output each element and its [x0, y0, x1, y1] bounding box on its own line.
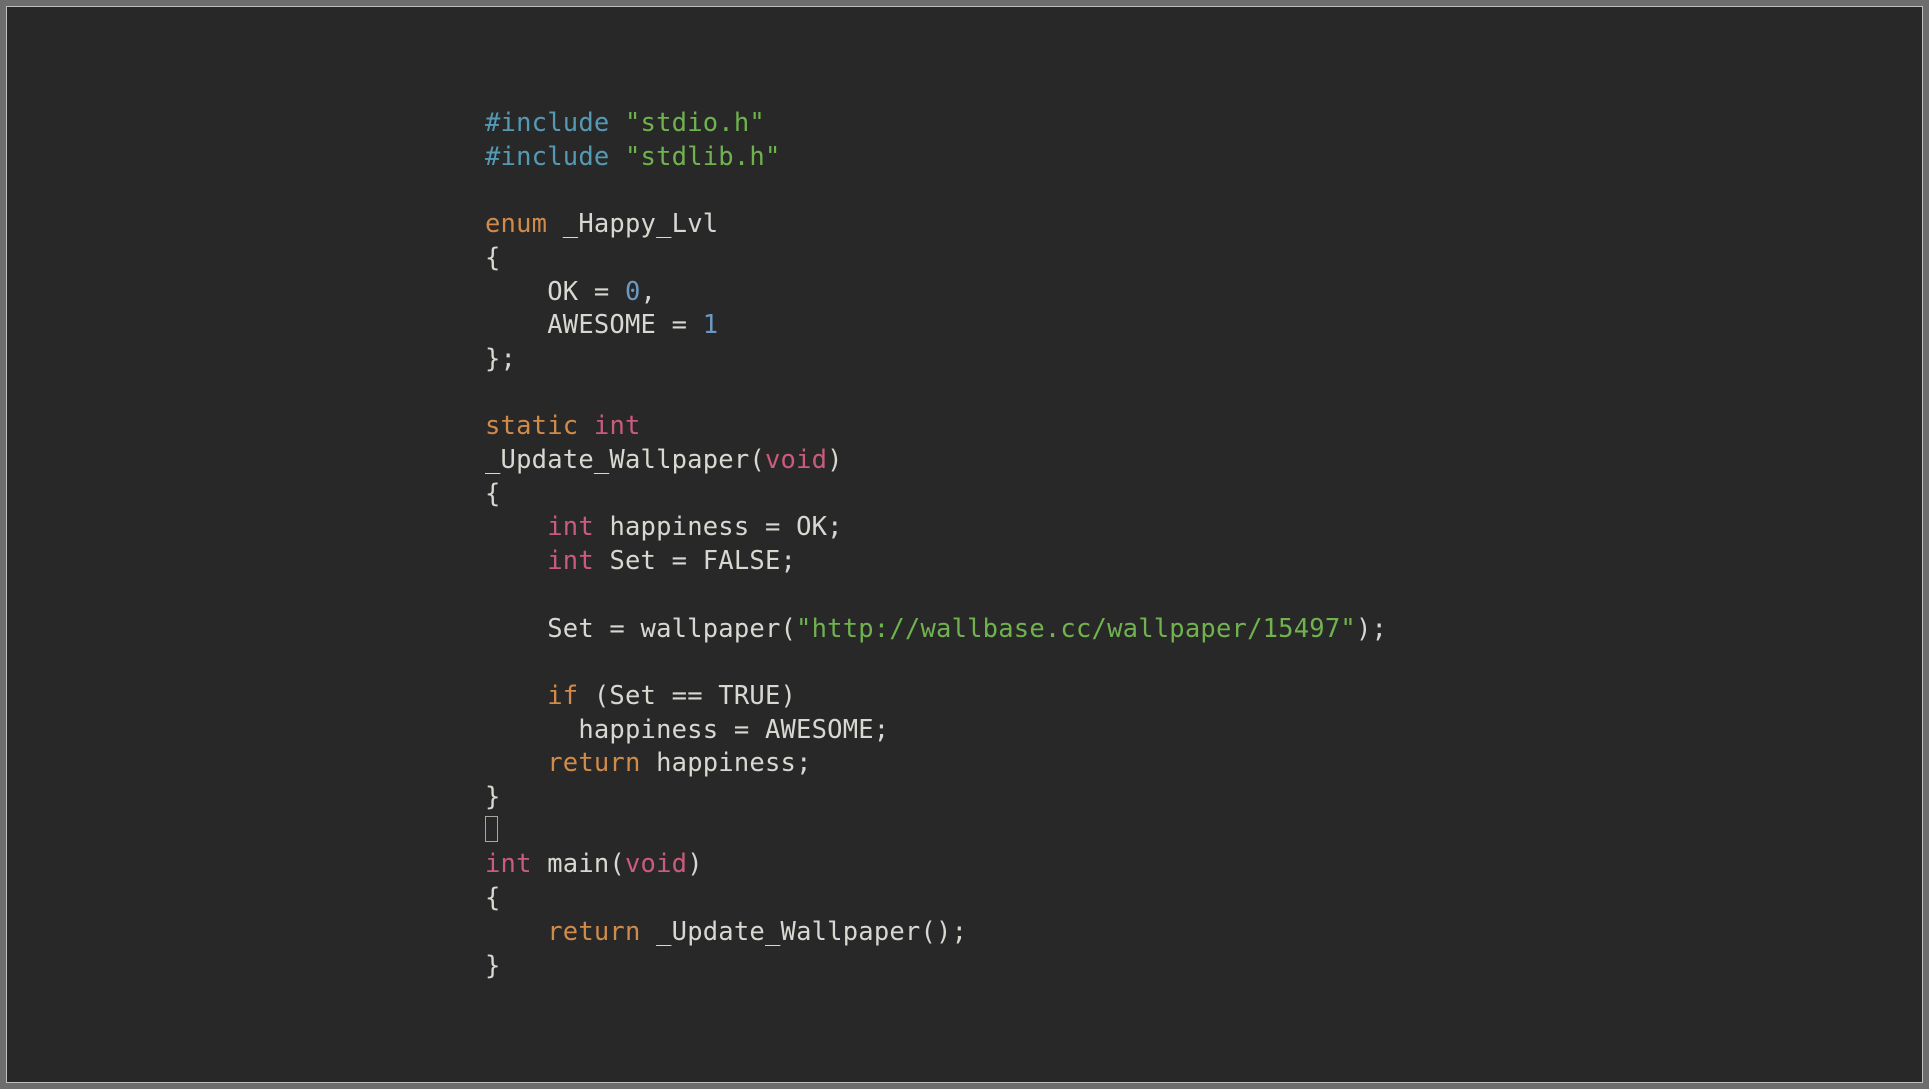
code-line: int happiness = OK; [485, 511, 1387, 545]
code-token: AWESOME = [485, 310, 703, 340]
code-token: ) [827, 445, 843, 475]
code-line: { [485, 478, 1387, 512]
code-token: }; [485, 344, 516, 374]
code-token: 1 [703, 310, 719, 340]
code-line: { [485, 242, 1387, 276]
code-token: } [485, 951, 501, 981]
code-token: , [641, 277, 657, 307]
code-line: }; [485, 343, 1387, 377]
editor-frame: #include "stdio.h"#include "stdlib.h" en… [6, 6, 1923, 1083]
code-token: ); [1356, 614, 1387, 644]
code-token: ) [687, 849, 703, 879]
code-token: happiness; [641, 748, 812, 778]
code-token: if [547, 681, 578, 711]
code-token: main( [532, 849, 625, 879]
code-line: int main(void) [485, 848, 1387, 882]
code-token: enum [485, 209, 547, 239]
code-token [485, 546, 547, 576]
code-token [485, 917, 547, 947]
code-token [485, 748, 547, 778]
code-token: void [765, 445, 827, 475]
code-token: _Update_Wallpaper( [485, 445, 765, 475]
code-token: happiness = AWESOME; [485, 715, 889, 745]
code-line: int Set = FALSE; [485, 545, 1387, 579]
code-token: #include [485, 108, 625, 138]
code-line: return happiness; [485, 747, 1387, 781]
code-line: Set = wallpaper("http://wallbase.cc/wall… [485, 613, 1387, 647]
code-line: static int [485, 410, 1387, 444]
code-line: enum _Happy_Lvl [485, 208, 1387, 242]
code-line: happiness = AWESOME; [485, 714, 1387, 748]
code-token: } [485, 782, 501, 812]
code-token [578, 411, 594, 441]
code-token: Set = wallpaper( [485, 614, 796, 644]
code-token: "http://wallbase.cc/wallpaper/15497" [796, 614, 1356, 644]
code-token [485, 681, 547, 711]
code-line [485, 174, 1387, 208]
code-line: } [485, 950, 1387, 984]
code-line: { [485, 882, 1387, 916]
code-token: OK = [485, 277, 625, 307]
code-token: int [547, 512, 594, 542]
code-token [485, 512, 547, 542]
code-token: "stdio.h" [625, 108, 765, 138]
code-line [485, 815, 1387, 849]
code-token: happiness = OK; [594, 512, 843, 542]
code-line [485, 646, 1387, 680]
code-line: #include "stdlib.h" [485, 141, 1387, 175]
code-token: _Update_Wallpaper(); [641, 917, 968, 947]
code-token: { [485, 479, 501, 509]
code-line: #include "stdio.h" [485, 107, 1387, 141]
code-line: if (Set == TRUE) [485, 680, 1387, 714]
code-token: (Set == TRUE) [578, 681, 796, 711]
code-token: void [625, 849, 687, 879]
code-token: return [547, 748, 640, 778]
text-cursor [485, 816, 498, 842]
code-line: _Update_Wallpaper(void) [485, 444, 1387, 478]
code-token: int [485, 849, 532, 879]
code-token: { [485, 243, 501, 273]
code-token: static [485, 411, 578, 441]
code-token: #include [485, 142, 625, 172]
code-token: return [547, 917, 640, 947]
code-line: return _Update_Wallpaper(); [485, 916, 1387, 950]
code-token: 0 [625, 277, 641, 307]
code-line: AWESOME = 1 [485, 309, 1387, 343]
code-token: _Happy_Lvl [547, 209, 718, 239]
code-line [485, 377, 1387, 411]
code-line: OK = 0, [485, 276, 1387, 310]
code-token: int [594, 411, 641, 441]
code-token: { [485, 883, 501, 913]
code-line: } [485, 781, 1387, 815]
code-token: int [547, 546, 594, 576]
code-line [485, 579, 1387, 613]
code-token: Set = FALSE; [594, 546, 796, 576]
code-editor[interactable]: #include "stdio.h"#include "stdlib.h" en… [485, 107, 1387, 983]
code-token: "stdlib.h" [625, 142, 781, 172]
